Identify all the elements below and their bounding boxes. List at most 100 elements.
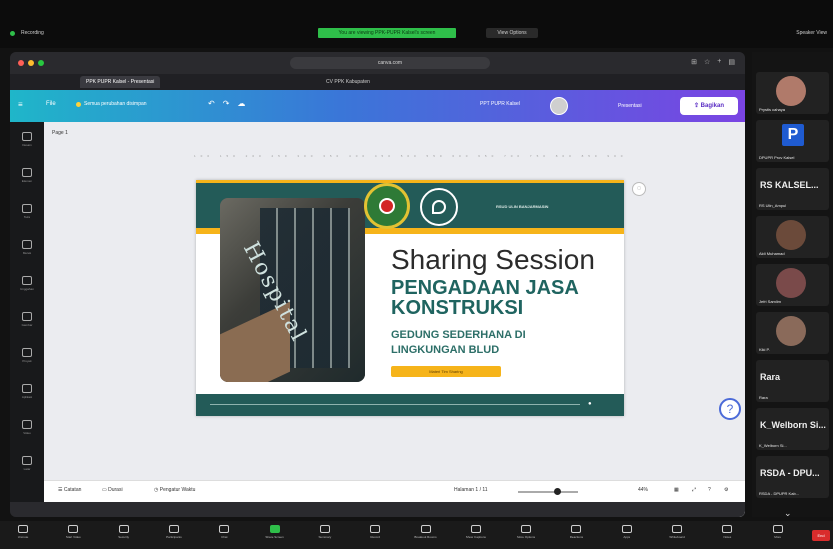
toolbar-label: Whiteboard: [669, 535, 685, 539]
participant-tile[interactable]: RSDA - DPU... RSDA - DPUPR Kab...: [756, 456, 829, 498]
zoom-slider-knob[interactable]: [554, 488, 561, 495]
share-button[interactable]: ⇪ Bagikan: [680, 97, 738, 115]
new-tab-icon[interactable]: +: [717, 58, 721, 66]
participant-video: [776, 268, 806, 298]
sidebar-item-0[interactable]: Desain: [17, 132, 37, 156]
toolbar-button-5[interactable]: Share Screen: [258, 525, 292, 539]
chevron-down-icon[interactable]: ⌄: [784, 508, 792, 519]
save-status-label: Semua perubahan disimpan: [84, 101, 147, 107]
speaker-view-button[interactable]: Speaker View: [796, 30, 827, 36]
slide-comment-icon[interactable]: ◌: [632, 182, 646, 196]
view-options-button[interactable]: View Options: [486, 28, 538, 38]
toolbar-label: Reactions: [569, 535, 584, 539]
extensions-icon[interactable]: ⊞: [691, 58, 697, 66]
sidebar-item-label: Merek: [22, 251, 32, 255]
duration-label: Durasi: [108, 487, 123, 493]
toolbar-button-15[interactable]: More: [761, 525, 795, 539]
toolbar-button-11[interactable]: Reactions: [559, 525, 593, 539]
zoom-level[interactable]: 44%: [638, 487, 648, 493]
participant-tile[interactable]: RS KALSEL... RS Ulin_Ampul: [756, 168, 829, 210]
help-icon[interactable]: ?: [719, 398, 741, 420]
sidebar-item-4[interactable]: Unggahan: [17, 276, 37, 300]
participant-tile[interactable]: Prystis cahaya: [756, 72, 829, 114]
sidebar-item-icon: [22, 168, 32, 177]
participant-name: Aldi Muhamad: [759, 251, 785, 256]
toolbar-button-10[interactable]: More Options: [509, 525, 543, 539]
notes-button[interactable]: ☰ Catatan: [58, 487, 81, 493]
canva-header: ≡ File Semua perubahan disimpan ↶↷☁ PPT …: [10, 90, 745, 122]
toolbar-label: Record: [370, 535, 381, 539]
toolbar-label: Security: [118, 535, 130, 539]
canva-sidebar: Desain Elemen Teks Merek Unggahan Gambar Proye…: [10, 122, 44, 517]
participant-tile[interactable]: Aldi Muhamad: [756, 216, 829, 258]
document-name[interactable]: PPT PUPR Kalsel: [480, 101, 520, 107]
present-button[interactable]: Presentasi: [612, 98, 648, 114]
toolbar-button-9[interactable]: Show Captions: [459, 525, 493, 539]
sidebar-item-3[interactable]: Merek: [17, 240, 37, 264]
slide-title[interactable]: Sharing Session: [391, 244, 595, 276]
settings-icon[interactable]: ⚙: [724, 487, 728, 493]
menu-icon[interactable]: ≡: [18, 100, 23, 109]
sidebar-item-7[interactable]: Aplikasi: [17, 384, 37, 408]
end-button[interactable]: End: [812, 530, 830, 541]
slide-tag-button[interactable]: Materi Tim Sharing: [391, 366, 501, 377]
participant-name: Jefri Samlim: [759, 299, 782, 304]
hospital-photo[interactable]: Hospital: [220, 198, 365, 382]
hospital-logo[interactable]: [420, 188, 458, 226]
sidebar-item-8[interactable]: Video: [17, 420, 37, 444]
page-indicator[interactable]: Halaman 1 / 11: [454, 487, 488, 493]
timer-button[interactable]: ◷ Pengatur Waktu: [154, 487, 195, 493]
sidebar-item-5[interactable]: Gambar: [17, 312, 37, 336]
slide[interactable]: Hospital RSUD ULIN BANJARMASIN Sharing S…: [196, 180, 624, 416]
avatar[interactable]: [550, 97, 568, 115]
slide-subtitle[interactable]: PENGADAAN JASA KONSTRUKSI: [391, 278, 611, 318]
participant-tile[interactable]: Jefri Samlim: [756, 264, 829, 306]
address-bar[interactable]: canva.com: [290, 57, 490, 69]
toolbar-button-12[interactable]: Apps: [610, 525, 644, 539]
toolbar-button-3[interactable]: Participants: [157, 525, 191, 539]
slide-subtitle-2[interactable]: GEDUNG SEDERHANA DI LINGKUNGAN BLUD: [391, 328, 561, 358]
file-menu[interactable]: File: [46, 101, 56, 107]
toolbar-button-7[interactable]: Record: [358, 525, 392, 539]
hospital-label[interactable]: RSUD ULIN BANJARMASIN: [496, 204, 548, 209]
zoom-slider[interactable]: [518, 491, 578, 493]
participant-tile[interactable]: Kiki P.: [756, 312, 829, 354]
toolbar-button-4[interactable]: Chat: [207, 525, 241, 539]
close-window-icon[interactable]: [18, 60, 24, 66]
sidebar-item-icon: [22, 204, 32, 213]
page-title[interactable]: Page 1: [52, 130, 68, 136]
toolbar-button-13[interactable]: Whiteboard: [660, 525, 694, 539]
participant-tile[interactable]: K_Welborn Si... K_Welborn Si...: [756, 408, 829, 450]
province-logo[interactable]: [364, 183, 410, 229]
toolbar-button-6[interactable]: Summary: [308, 525, 342, 539]
duration-button[interactable]: ▭ Durasi: [102, 487, 123, 493]
toolbar-label: Participants: [166, 535, 182, 539]
minimize-window-icon[interactable]: [28, 60, 34, 66]
participant-name: DPUPR Prov Kalsel: [759, 155, 795, 160]
editor-canvas[interactable]: Page 1 100 150 200 250 300 350 400 450 5…: [44, 122, 745, 517]
maximize-window-icon[interactable]: [38, 60, 44, 66]
help-footer-icon[interactable]: ?: [708, 487, 711, 493]
toolbar-icon: [168, 525, 179, 533]
grid-view-icon[interactable]: ▦: [674, 487, 679, 493]
toolbar-icon: [219, 525, 230, 533]
toolbar-button-2[interactable]: Security: [107, 525, 141, 539]
bookmark-icon[interactable]: ☆: [704, 58, 710, 66]
sidebar-item-9[interactable]: Latar: [17, 456, 37, 480]
toolbar-button-8[interactable]: Breakout Rooms: [409, 525, 443, 539]
toolbar-button-1[interactable]: Start Video: [56, 525, 90, 539]
sidebar-icon[interactable]: ▤: [728, 58, 735, 66]
sidebar-item-1[interactable]: Elemen: [17, 168, 37, 192]
participant-tile[interactable]: Rara Rara: [756, 360, 829, 402]
fullscreen-icon[interactable]: ⤢: [692, 487, 696, 493]
meeting-info-icon[interactable]: [10, 30, 15, 36]
participant-tile[interactable]: P DPUPR Prov Kalsel: [756, 120, 829, 162]
undo-redo-icons[interactable]: ↶↷☁: [208, 99, 253, 108]
sidebar-item-6[interactable]: Proyek: [17, 348, 37, 372]
tab-canva[interactable]: PPK PUPR Kalsel - Presentasi: [80, 76, 161, 88]
toolbar-button-0[interactable]: Unmute: [6, 525, 40, 539]
sidebar-item-2[interactable]: Teks: [17, 204, 37, 228]
tab-other[interactable]: CV PPK Kabupaten: [320, 76, 376, 88]
toolbar-button-14[interactable]: Notes: [710, 525, 744, 539]
toolbar-label: Start Video: [65, 535, 81, 539]
